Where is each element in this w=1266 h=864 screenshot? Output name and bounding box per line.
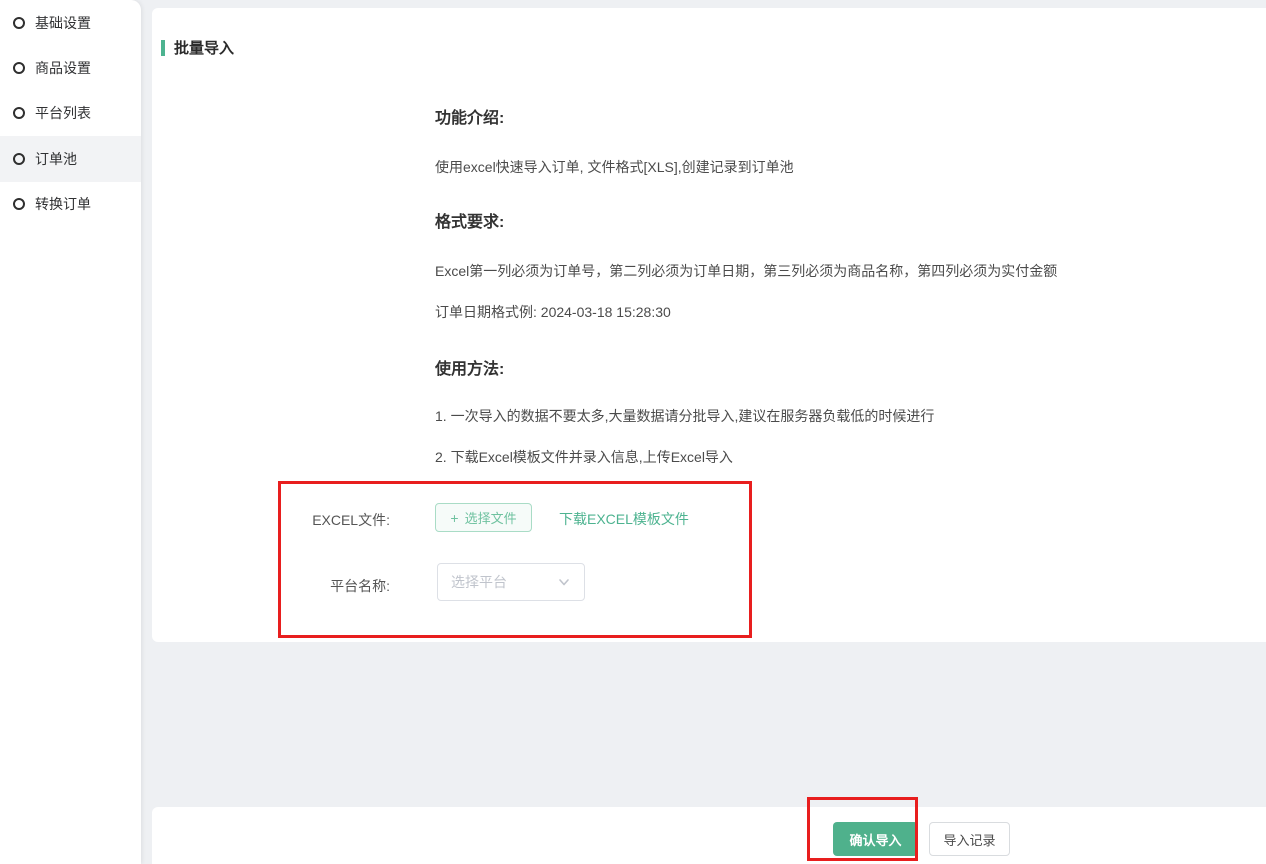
batch-import-panel: 批量导入 功能介绍: 使用excel快速导入订单, 文件格式[XLS],创建记录… [152,8,1266,642]
choose-file-label: 选择文件 [465,508,517,527]
circle-icon [13,153,25,165]
usage-heading: 使用方法: [435,355,504,379]
download-template-link[interactable]: 下载EXCEL模板文件 [559,509,689,529]
usage-step-2: 2. 下载Excel模板文件并录入信息,上传Excel导入 [435,447,733,467]
sidebar-item-label: 基础设置 [35,13,91,33]
sidebar-item-label: 平台列表 [35,103,91,123]
sidebar-item-convert-order[interactable]: 转换订单 [0,182,141,227]
excel-file-label: EXCEL文件: [302,510,390,530]
sidebar-item-basic-settings[interactable]: 基础设置 [0,0,141,45]
circle-icon [13,62,25,74]
sidebar-item-label: 转换订单 [35,194,91,214]
sidebar-item-label: 订单池 [35,149,77,169]
format-heading: 格式要求: [435,208,504,232]
intro-heading: 功能介绍: [435,104,504,128]
format-text: Excel第一列必须为订单号，第二列必须为订单日期，第三列必须为商品名称，第四列… [435,261,1057,281]
header-accent-bar [161,40,165,56]
platform-select[interactable]: 选择平台 [437,563,585,601]
platform-select-placeholder: 选择平台 [451,572,507,592]
platform-name-label: 平台名称: [302,576,390,596]
circle-icon [13,107,25,119]
usage-step-1: 1. 一次导入的数据不要太多,大量数据请分批导入,建议在服务器负载低的时候进行 [435,406,934,426]
sidebar: 基础设置 商品设置 平台列表 订单池 转换订单 [0,0,141,864]
sidebar-item-order-pool[interactable]: 订单池 [0,136,141,181]
panel-header: 批量导入 [161,37,234,58]
format-example: 订单日期格式例: 2024-03-18 15:28:30 [435,302,671,322]
choose-file-button[interactable]: + 选择文件 [435,503,532,532]
plus-icon: + [450,511,458,525]
sidebar-item-label: 商品设置 [35,58,91,78]
circle-icon [13,17,25,29]
circle-icon [13,198,25,210]
footer-bar: 确认导入 导入记录 [152,807,1266,864]
sidebar-item-platform-list[interactable]: 平台列表 [0,91,141,136]
sidebar-item-product-settings[interactable]: 商品设置 [0,45,141,90]
import-records-button[interactable]: 导入记录 [929,822,1010,856]
chevron-down-icon [557,575,571,589]
confirm-import-button[interactable]: 确认导入 [833,822,918,856]
intro-text: 使用excel快速导入订单, 文件格式[XLS],创建记录到订单池 [435,157,794,177]
page-title: 批量导入 [174,37,234,58]
